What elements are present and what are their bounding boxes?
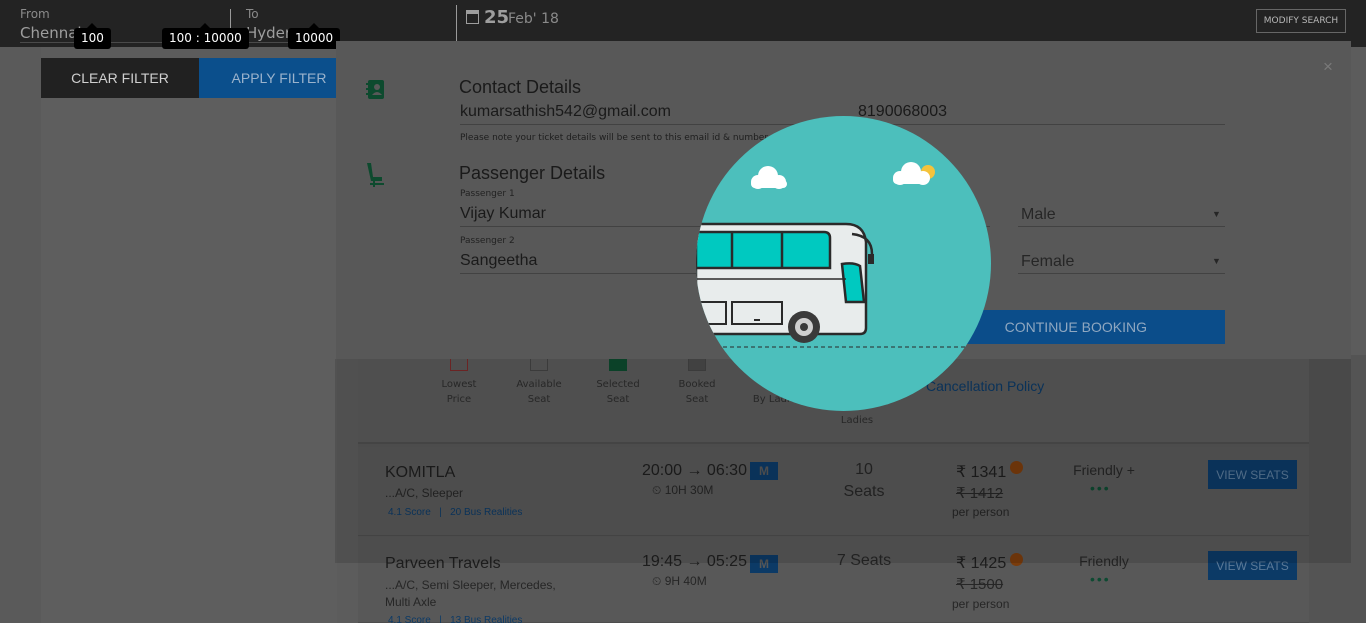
filter-panel bbox=[41, 58, 337, 623]
passenger-details-title: Passenger Details bbox=[459, 163, 606, 183]
bus-type: ...A/C, Semi Sleeper, Mercedes, Multi Ax… bbox=[385, 577, 556, 611]
to-label: To bbox=[246, 7, 259, 21]
gender-1-underline bbox=[1018, 226, 1225, 227]
passenger-1-gender-select[interactable]: Male bbox=[1021, 206, 1056, 224]
gender-2-underline bbox=[1018, 273, 1225, 274]
bus-illustration bbox=[696, 162, 986, 348]
ticket-note: Please note your ticket details will be … bbox=[460, 133, 769, 143]
to-field[interactable]: Hyder bbox=[246, 24, 291, 42]
bus-old-price: ₹ 1500 bbox=[956, 576, 1004, 593]
date-month-year[interactable]: Feb' 18 bbox=[508, 11, 559, 27]
rating-dots-icon: ••• bbox=[1090, 571, 1111, 587]
bus-score: 4.1 Score | 13 Bus Realities bbox=[388, 615, 522, 623]
seat-icon bbox=[367, 163, 384, 187]
contact-details-title: Contact Details bbox=[459, 77, 582, 97]
cloud-icon bbox=[893, 162, 930, 185]
bus-type-line: ...A/C, Semi Sleeper, Mercedes, bbox=[385, 578, 556, 592]
from-field[interactable]: Chennai bbox=[20, 24, 82, 42]
divider bbox=[456, 5, 457, 41]
calendar-icon bbox=[466, 10, 479, 24]
close-icon[interactable]: × bbox=[1323, 57, 1333, 77]
passenger-2-gender-select[interactable]: Female bbox=[1021, 253, 1074, 271]
duration-value: 9H 40M bbox=[664, 574, 707, 588]
slider-range-tooltip: 100 : 10000 bbox=[162, 23, 249, 49]
address-book-icon bbox=[366, 80, 384, 99]
background-pattern bbox=[0, 47, 41, 623]
cloud-icon bbox=[751, 166, 787, 189]
bus-duration: ⏲ 9H 40M bbox=[652, 574, 707, 589]
modify-search-button[interactable]: MODIFY SEARCH bbox=[1256, 9, 1346, 33]
apply-filter-button[interactable]: APPLY FILTER bbox=[199, 58, 359, 98]
email-field[interactable]: kumarsathish542@gmail.com bbox=[460, 103, 671, 121]
email-underline bbox=[460, 124, 840, 125]
per-person-label: per person bbox=[952, 597, 1010, 611]
passenger-1-name-field[interactable]: Vijay Kumar bbox=[460, 205, 546, 223]
chevron-down-icon[interactable]: ▼ bbox=[1212, 209, 1221, 219]
slider-min-tooltip: 100 bbox=[74, 23, 111, 49]
passenger-1-label: Passenger 1 bbox=[460, 189, 515, 199]
score-link[interactable]: 4.1 Score bbox=[388, 615, 431, 623]
phone-underline bbox=[858, 124, 1225, 125]
clear-filter-button[interactable]: CLEAR FILTER bbox=[41, 58, 199, 98]
realities-link[interactable]: 13 Bus Realities bbox=[450, 615, 522, 623]
score-separator: | bbox=[433, 615, 448, 623]
passenger-2-label: Passenger 2 bbox=[460, 236, 515, 246]
date-day[interactable]: 25 bbox=[484, 7, 509, 28]
passenger-2-name-field[interactable]: Sangeetha bbox=[460, 252, 537, 270]
chevron-down-icon[interactable]: ▼ bbox=[1212, 256, 1221, 266]
bus-type-line: Multi Axle bbox=[385, 595, 437, 609]
from-label: From bbox=[20, 7, 50, 21]
loading-bus-illustration bbox=[696, 116, 991, 411]
slider-max-tooltip: 10000 bbox=[288, 23, 341, 49]
clock-icon: ⏲ bbox=[652, 574, 665, 588]
